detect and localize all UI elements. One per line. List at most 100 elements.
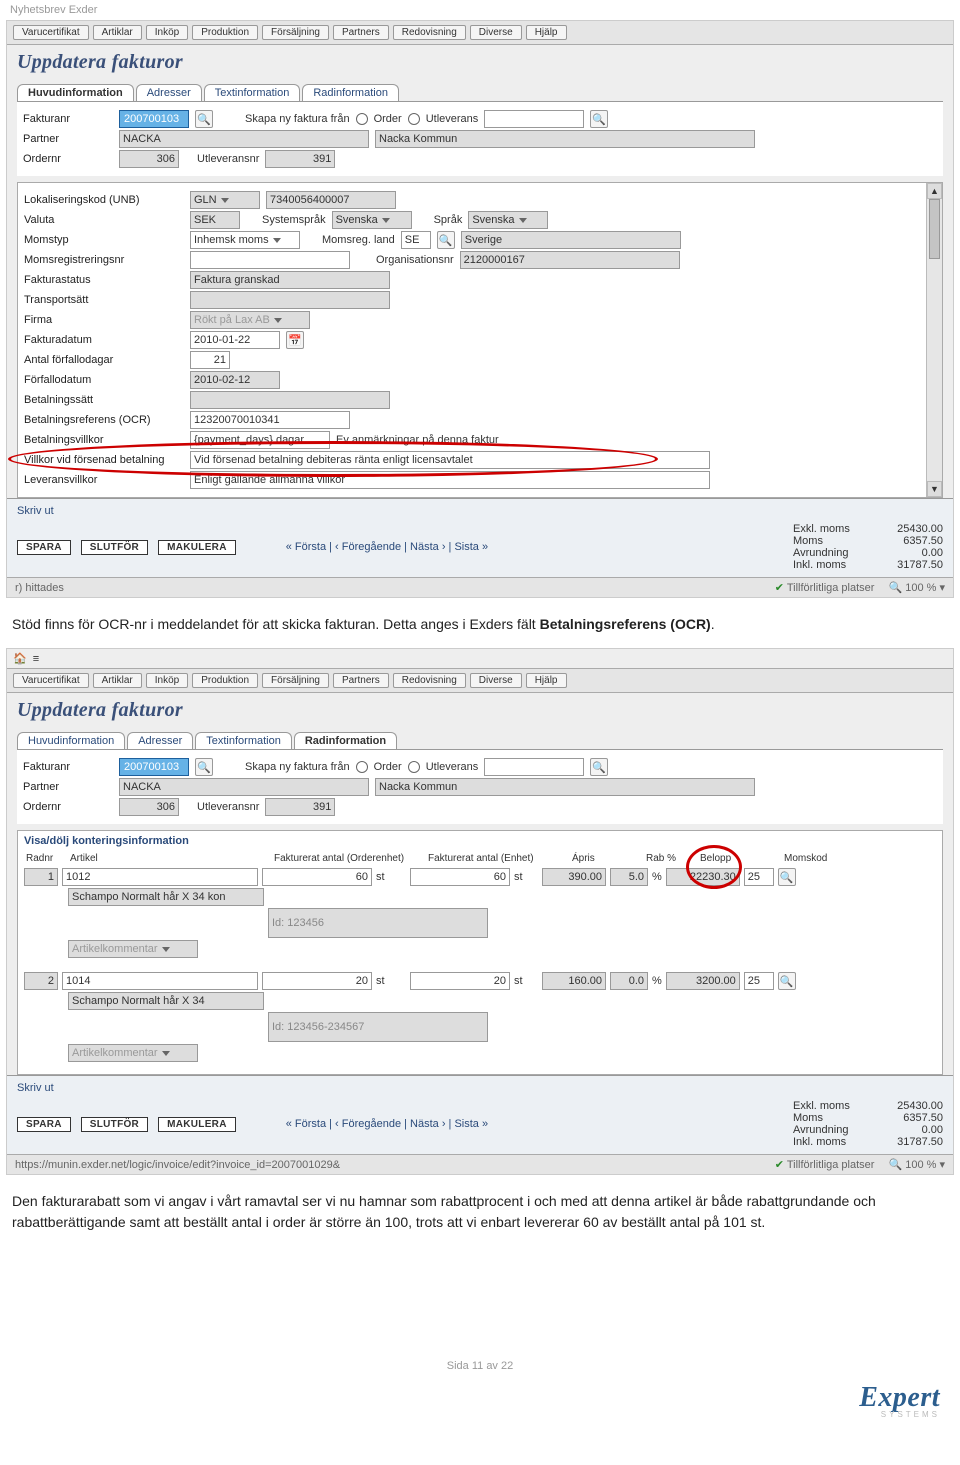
menu-artiklar[interactable]: Artiklar: [93, 673, 142, 688]
fa-order-input[interactable]: 20: [262, 972, 372, 990]
menubar-2: Varucertifikat Artiklar Inköp Produktion…: [7, 669, 953, 693]
save-button[interactable]: SPARA: [17, 1117, 71, 1132]
antal-forfallodagar-input[interactable]: 21: [190, 351, 230, 369]
chevron-down-icon: [162, 947, 170, 952]
menu-produktion[interactable]: Produktion: [192, 673, 258, 688]
tab-radinformation[interactable]: Radinformation: [294, 732, 397, 750]
search-icon[interactable]: 🔍: [778, 868, 796, 886]
komm-select[interactable]: Artikelkommentar: [68, 1044, 198, 1062]
search-icon[interactable]: 🔍: [778, 972, 796, 990]
fakturastatus-value: Faktura granskad: [190, 271, 390, 289]
search-icon[interactable]: 🔍: [195, 758, 213, 776]
menu-hjalp[interactable]: Hjälp: [526, 673, 567, 688]
tab-adresser[interactable]: Adresser: [127, 732, 193, 750]
komm-select[interactable]: Artikelkommentar: [68, 940, 198, 958]
article-paragraph-1: Stöd finns för OCR-nr i meddelandet för …: [0, 606, 960, 642]
calendar-icon[interactable]: 📅: [286, 331, 304, 349]
menu-forsaljning[interactable]: Försäljning: [262, 673, 329, 688]
artikel-input[interactable]: 1014: [62, 972, 258, 990]
radio-order[interactable]: [356, 113, 368, 125]
pager[interactable]: « Första | ‹ Föregående | Nästa › | Sist…: [286, 1118, 488, 1130]
cancel-button[interactable]: MAKULERA: [158, 1117, 236, 1132]
document-header: Nyhetsbrev Exder: [0, 0, 960, 20]
tab-adresser[interactable]: Adresser: [136, 84, 202, 102]
fakturadatum-input[interactable]: 2010-01-22: [190, 331, 280, 349]
details-panel: Lokaliseringskod (UNB) GLN 7340056400007…: [17, 182, 943, 498]
search-icon[interactable]: 🔍: [590, 110, 608, 128]
menu-partners[interactable]: Partners: [333, 25, 389, 40]
menu-redovisning[interactable]: Redovisning: [393, 673, 466, 688]
menu-diverse[interactable]: Diverse: [470, 673, 522, 688]
momstyp-select[interactable]: Inhemsk moms: [190, 231, 300, 249]
menu-partners[interactable]: Partners: [333, 673, 389, 688]
fa-enhet-input[interactable]: 60: [410, 868, 510, 886]
print-link[interactable]: Skriv ut: [17, 505, 54, 517]
print-link[interactable]: Skriv ut: [17, 1082, 54, 1094]
table-row-komm: Artikelkommentar: [24, 1044, 936, 1062]
menu-varucertifikat[interactable]: Varucertifikat: [13, 673, 89, 688]
complete-button[interactable]: SLUTFÖR: [81, 1117, 148, 1132]
radio-utleverans[interactable]: [408, 113, 420, 125]
menu-redovisning[interactable]: Redovisning: [393, 25, 466, 40]
tab-textinformation[interactable]: Textinformation: [204, 84, 301, 102]
menu-icon[interactable]: ≡: [33, 653, 39, 665]
pager[interactable]: « Första | ‹ Föregående | Nästa › | Sist…: [286, 541, 488, 553]
leveransvillkor-input[interactable]: Enligt gällande allmänna villkor: [190, 471, 710, 489]
order-label: Order: [374, 113, 402, 125]
zoom-icon[interactable]: 🔍 100 % ▾: [888, 581, 945, 594]
firma-select[interactable]: Rökt på Lax AB: [190, 311, 310, 329]
villkor-forsenad-input[interactable]: Vid försenad betalning debiteras ränta e…: [190, 451, 710, 469]
tab-textinformation[interactable]: Textinformation: [195, 732, 292, 750]
scrollbar[interactable]: ▲ ▼: [926, 183, 942, 497]
home-icon[interactable]: 🏠: [13, 652, 27, 665]
complete-button[interactable]: SLUTFÖR: [81, 540, 148, 555]
belopp: 22230.30: [666, 868, 740, 886]
momsreg-land-code[interactable]: SE: [401, 231, 431, 249]
orgnr-value: 2120000167: [460, 251, 680, 269]
search-icon[interactable]: 🔍: [437, 231, 455, 249]
fa-enhet-input[interactable]: 20: [410, 972, 510, 990]
skapa-input[interactable]: [484, 758, 584, 776]
fakturanr-label: Fakturanr: [23, 761, 113, 773]
menu-artiklar[interactable]: Artiklar: [93, 25, 142, 40]
zoom-icon[interactable]: 🔍 100 % ▾: [888, 1158, 945, 1171]
betalningssatt-label: Betalningssätt: [24, 394, 184, 406]
menu-inkop[interactable]: Inköp: [146, 25, 188, 40]
radio-order[interactable]: [356, 761, 368, 773]
save-button[interactable]: SPARA: [17, 540, 71, 555]
search-icon[interactable]: 🔍: [590, 758, 608, 776]
totals: Exkl. moms25430.00 Moms6357.50 Avrundnin…: [793, 523, 943, 571]
fa-order-input[interactable]: 60: [262, 868, 372, 886]
momskod-input[interactable]: 25: [744, 868, 774, 886]
lokalkod-select[interactable]: GLN: [190, 191, 260, 209]
artikel-input[interactable]: 1012: [62, 868, 258, 886]
menu-inkop[interactable]: Inköp: [146, 673, 188, 688]
menu-produktion[interactable]: Produktion: [192, 25, 258, 40]
fakturanr-input[interactable]: 200700103: [119, 758, 189, 776]
tab-huvudinformation[interactable]: Huvudinformation: [17, 732, 125, 750]
scroll-thumb[interactable]: [929, 199, 940, 259]
radio-utleverans[interactable]: [408, 761, 420, 773]
search-icon[interactable]: 🔍: [195, 110, 213, 128]
menu-hjalp[interactable]: Hjälp: [526, 25, 567, 40]
momsregnr-input[interactable]: [190, 251, 350, 269]
skapa-input[interactable]: [484, 110, 584, 128]
betalningsvillkor-input[interactable]: {payment_days} dagar: [190, 431, 330, 449]
tab-radinformation[interactable]: Radinformation: [302, 84, 399, 102]
cancel-button[interactable]: MAKULERA: [158, 540, 236, 555]
scroll-down-icon[interactable]: ▼: [927, 481, 942, 497]
menu-diverse[interactable]: Diverse: [470, 25, 522, 40]
fakturanr-input[interactable]: 200700103: [119, 110, 189, 128]
systemsprak-select[interactable]: Svenska: [332, 211, 412, 229]
tab-huvudinformation[interactable]: Huvudinformation: [17, 84, 134, 102]
ocr-input[interactable]: 12320070010341: [190, 411, 350, 429]
sprak-select[interactable]: Svenska: [468, 211, 548, 229]
momskod-input[interactable]: 25: [744, 972, 774, 990]
visa-dolj-link[interactable]: Visa/dölj konteringsinformation: [24, 835, 936, 847]
menu-forsaljning[interactable]: Försäljning: [262, 25, 329, 40]
chevron-down-icon: [162, 1051, 170, 1056]
transportsatt-value: [190, 291, 390, 309]
menu-varucertifikat[interactable]: Varucertifikat: [13, 25, 89, 40]
radinfo-panel: Visa/dölj konteringsinformation Radnr Ar…: [17, 830, 943, 1075]
scroll-up-icon[interactable]: ▲: [927, 183, 942, 199]
